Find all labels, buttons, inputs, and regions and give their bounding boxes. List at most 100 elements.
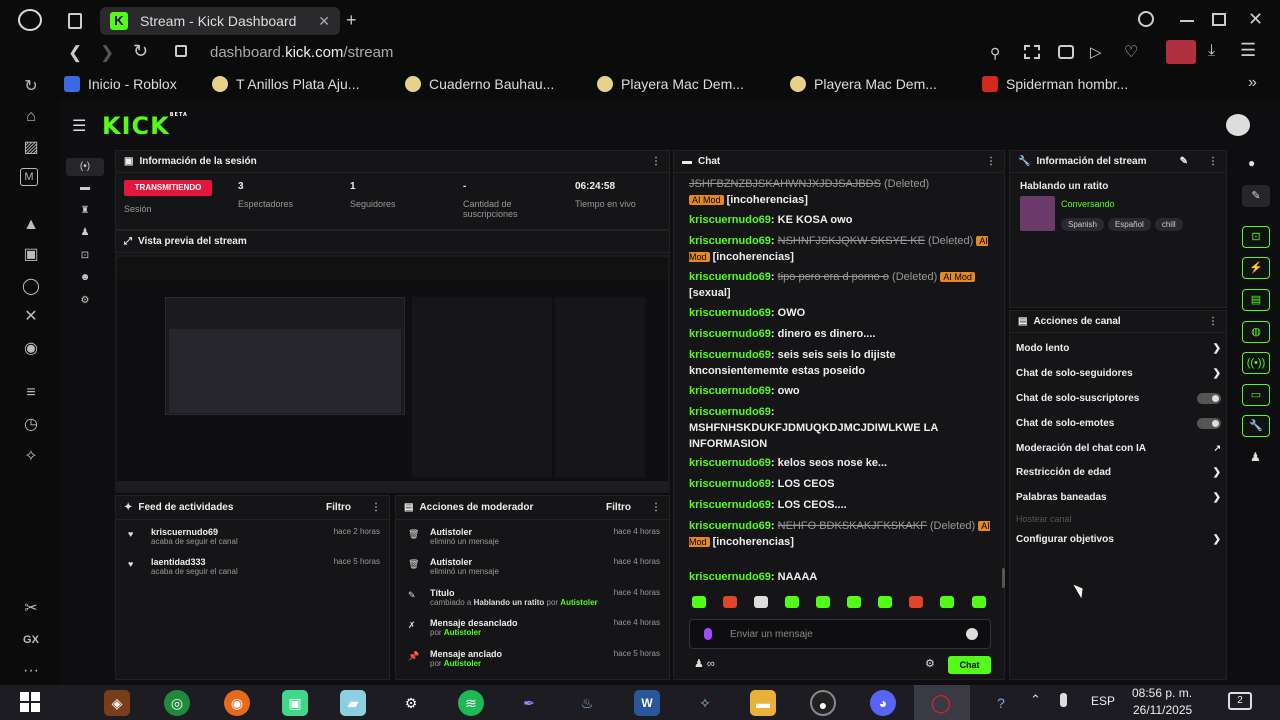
aria-icon[interactable]: ▲ [20,214,42,236]
chat-message[interactable]: kriscuernudo69: LOS CEOS.... [689,497,994,513]
emote-icon[interactable] [754,596,768,608]
app-icon[interactable]: ✧ [692,690,718,716]
x-twitter-icon[interactable]: ✕ [20,306,42,328]
tabs-icon[interactable] [68,13,82,29]
emoji-icon[interactable] [966,628,978,640]
back-icon[interactable]: ❮ [68,43,82,63]
tag[interactable]: Spanish [1061,218,1104,231]
whatsapp-icon[interactable]: ◯ [20,276,42,298]
more-icon[interactable]: ··· [20,660,42,682]
rail-chat-icon[interactable]: ◍ [1242,321,1270,343]
emote-icon[interactable] [692,596,706,608]
clock-time[interactable]: 08:56 p. m. [1132,686,1192,700]
subscribers-only-item[interactable]: Chat de solo-suscriptores [1016,393,1221,404]
trophy-icon[interactable]: ♜ [78,205,92,219]
settings-taskbar-icon[interactable]: ⚙ [398,690,424,716]
bookmark-item[interactable]: Playera Mac Dem... [597,76,744,92]
spotify-icon[interactable]: ≋ [458,690,484,716]
community-icon[interactable]: ♟ [78,227,92,241]
chat-message[interactable]: kriscuernudo69: LOS CEOS [689,476,994,492]
chat-message[interactable]: kriscuernudo69: KE KOSA owo [689,212,994,228]
stream-info-menu-icon[interactable]: ⋮ [1208,156,1218,167]
emote-icon[interactable] [847,596,861,608]
m-icon[interactable]: M [20,168,38,186]
extensions-icon[interactable]: ✧ [20,446,42,468]
pin-icon[interactable]: ⚲ [990,45,1000,62]
emote-icon[interactable] [785,596,799,608]
emote-icon[interactable] [972,596,986,608]
search-icon[interactable] [1138,11,1154,27]
browser-tab[interactable]: K Stream - Kick Dashboard ✕ [100,7,340,35]
mod-icon[interactable]: ✂ [20,598,42,620]
hamburger-icon[interactable]: ☰ [72,116,86,136]
shopping-icon[interactable]: ⌂ [20,106,42,128]
bookmark-item[interactable]: Cuaderno Bauhau... [405,76,554,92]
banned-words-item[interactable]: Palabras baneadas ❯ [1016,492,1221,503]
bot-icon[interactable]: ⊡ [78,250,92,264]
feed-menu-icon[interactable]: ⋮ [371,502,381,513]
bookmark-item[interactable]: Playera Mac Dem... [790,76,937,92]
snapshot-icon[interactable] [1024,45,1040,59]
rail-bot-icon[interactable]: ⊡ [1242,226,1270,248]
tag[interactable]: chill [1154,218,1183,231]
bookmark-item[interactable]: Inicio - Roblox [64,76,177,92]
reload-icon[interactable]: ↻ [133,41,148,62]
rail-users-icon[interactable]: ♟ [1250,450,1261,464]
chat-users-icon[interactable]: ♟ ∞ [694,657,715,670]
app-icon[interactable]: ▣ [282,690,308,716]
maximize-icon[interactable] [1212,13,1226,26]
chat-message[interactable]: kriscuernudo69: OWO [689,305,994,321]
rail-notes-icon[interactable]: ▤ [1242,289,1270,311]
rail-broadcast-icon[interactable]: ((•)) [1242,352,1270,374]
rail-wrench-icon[interactable]: 🔧 [1242,415,1270,437]
mod-menu-icon[interactable]: ⋮ [651,502,661,513]
discord-taskbar-icon[interactable]: ◕ [870,690,896,716]
tag[interactable]: Español [1107,218,1151,231]
chat-send-button[interactable]: Chat [948,656,991,674]
user-avatar[interactable] [1226,114,1250,136]
emote-icon[interactable] [816,596,830,608]
emote-icon[interactable] [878,596,892,608]
followers-only-item[interactable]: Chat de solo-seguidores ❯ [1016,368,1221,379]
session-menu-icon[interactable]: ⋮ [651,156,661,167]
chat-message[interactable]: kriscuernudo69: dinero es dinero.... [689,326,994,342]
files-icon[interactable]: ▰ [340,690,366,716]
feed-filter-button[interactable]: Filtro [326,502,351,513]
rail-bolt-icon[interactable]: ⚡ [1242,257,1270,279]
mod-filter-button[interactable]: Filtro [606,502,631,513]
gx-label[interactable]: GX [20,629,42,651]
channel-menu-icon[interactable]: ⋮ [1208,316,1218,327]
chat-settings-icon[interactable]: ⚙ [925,657,935,670]
bookmark-item[interactable]: Spiderman hombr... [982,76,1128,92]
menu-icon[interactable]: ☰ [1240,40,1256,61]
mic-icon[interactable] [704,628,712,640]
age-restriction-item[interactable]: Restricción de edad ❯ [1016,467,1221,478]
settings-icon[interactable]: ⚙ [78,295,92,309]
configure-goals-item[interactable]: Configurar objetivos ❯ [1016,534,1221,545]
adblock-icon[interactable] [1058,45,1074,59]
chat-message[interactable]: kriscuernudo69: NEHFO BDKSKAKJFKSKAKF (D… [689,518,994,550]
chat-input[interactable]: Enviar un mensaje [689,619,991,649]
opera-logo-icon[interactable] [18,9,42,31]
notification-icon[interactable]: 2 [1228,692,1252,710]
category-link[interactable]: Conversando [1061,199,1115,209]
emote-icon[interactable] [909,596,923,608]
chat-message[interactable]: JSHFBZNZBJSKAHWNJXJDJSAJBDS (Deleted) AI … [689,176,994,208]
tray-chevron-icon[interactable]: ⌃ [1030,692,1041,708]
mic-tray-icon[interactable] [1060,693,1067,707]
more-bookmarks-icon[interactable]: » [1248,74,1257,92]
ai-moderation-item[interactable]: Moderación del chat con IA ↗ [1016,443,1221,454]
emote-icon[interactable] [723,596,737,608]
kick-logo[interactable]: KICKBETA [102,112,188,140]
toggle-switch[interactable] [1197,418,1221,429]
forward-icon[interactable]: ❯ [100,43,114,63]
steam-icon[interactable]: ♨ [574,690,600,716]
bookmark-item[interactable]: T Anillos Plata Aju... [212,76,359,92]
chat-message[interactable]: kriscuernudo69: owo [689,383,994,399]
pencil-rail-icon[interactable]: ✎ [1242,185,1270,207]
close-window-icon[interactable]: ✕ [1248,9,1263,30]
url-field[interactable]: dashboard.kick.com/stream [210,44,393,61]
minimize-icon[interactable] [1180,20,1194,22]
close-tab-icon[interactable]: ✕ [318,13,330,30]
rail-video-icon[interactable]: ▭ [1242,384,1270,406]
